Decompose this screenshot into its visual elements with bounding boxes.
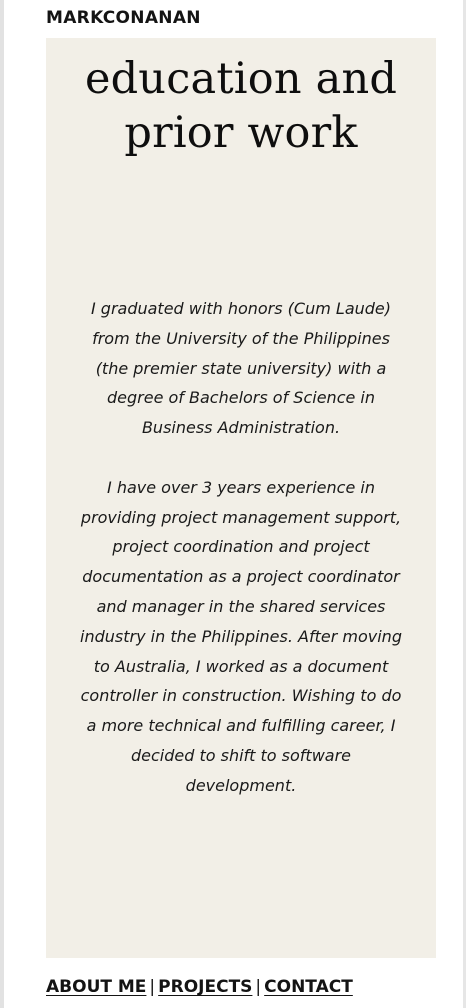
- site-brand[interactable]: MARKCONANAN: [46, 7, 201, 29]
- experience-paragraph: I have over 3 years experience in provid…: [80, 477, 402, 795]
- footer-nav: ABOUT ME | PROJECTS | CONTACT: [46, 975, 353, 999]
- about-me-link[interactable]: ABOUT ME: [46, 977, 146, 997]
- nav-separator: |: [149, 977, 156, 997]
- content-card: education and prior work I graduated wit…: [46, 38, 436, 958]
- bio-text: I graduated with honors (Cum Laude) from…: [80, 294, 402, 801]
- education-paragraph: I graduated with honors (Cum Laude) from…: [90, 299, 392, 438]
- nav-separator: |: [255, 977, 262, 997]
- page-frame: MARKCONANAN education and prior work I g…: [0, 0, 466, 1008]
- page-title: education and prior work: [84, 54, 398, 158]
- projects-link[interactable]: PROJECTS: [158, 977, 252, 997]
- contact-link[interactable]: CONTACT: [264, 977, 353, 997]
